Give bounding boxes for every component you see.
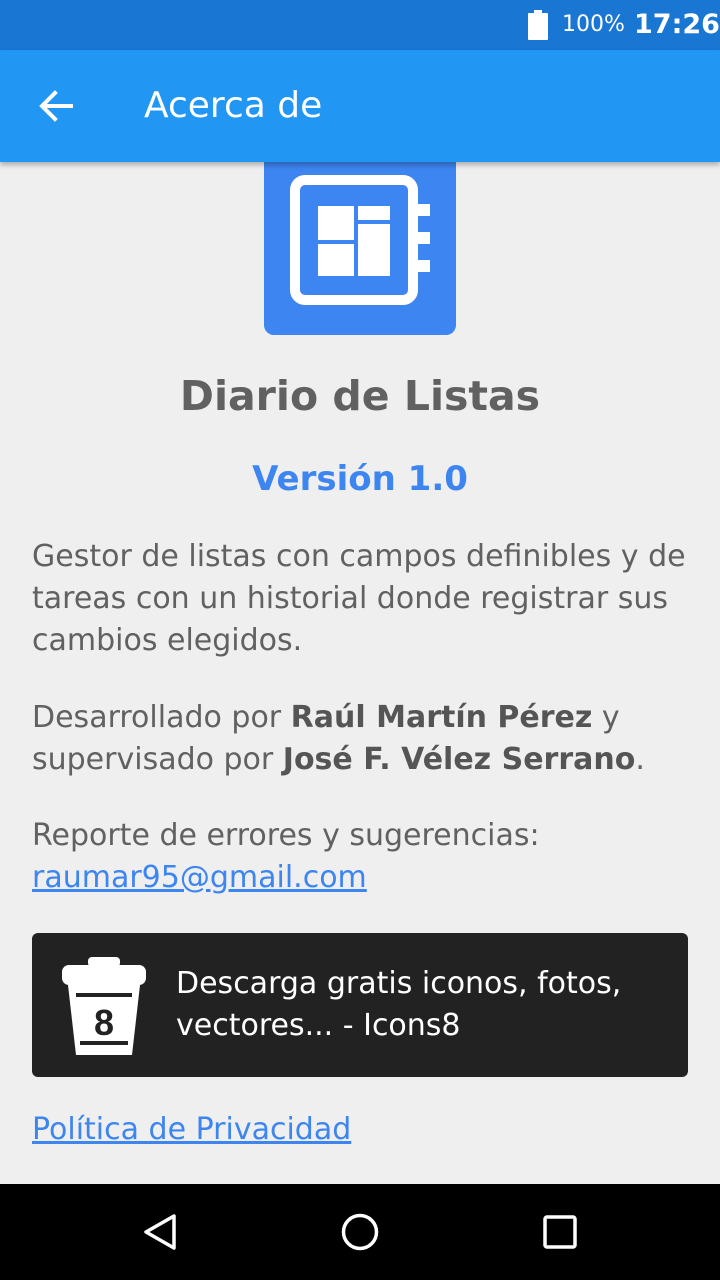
home-circle-icon [341, 1213, 379, 1251]
recents-square-icon [543, 1215, 577, 1249]
report-section: Reporte de errores y sugerencias: raumar… [32, 815, 696, 899]
navigation-bar [0, 1184, 720, 1280]
app-logo [264, 144, 456, 335]
privacy-policy-link[interactable]: Política de Privacidad [32, 1108, 351, 1152]
nav-back-button[interactable] [128, 1200, 192, 1264]
icons8-banner-text: Descarga gratis iconos, fotos, vectores.… [176, 966, 622, 1043]
app-description: Gestor de listas con campos definibles y… [32, 539, 686, 658]
battery-percent: 100% [562, 12, 625, 37]
email-link[interactable]: raumar95@gmail.com [32, 860, 367, 895]
back-button[interactable] [24, 76, 88, 136]
arrow-back-icon [39, 90, 73, 122]
back-triangle-icon [144, 1214, 176, 1250]
app-bar: Acerca de [0, 50, 720, 162]
developer-name: Raúl Martín Pérez [290, 700, 593, 735]
notebook-icon [290, 175, 430, 305]
status-clock: 17:26 [634, 9, 720, 40]
icons8-banner[interactable]: 8 Descarga gratis iconos, fotos, vectore… [32, 933, 688, 1077]
icons8-logo-text: 8 [94, 1002, 114, 1043]
app-name: Diario de Listas [179, 372, 541, 420]
credits-suffix: . [635, 742, 645, 777]
report-label: Reporte de errores y sugerencias: [32, 818, 540, 853]
credits-prefix: Desarrollado por [32, 700, 291, 735]
status-bar: 100% 17:26 [0, 0, 720, 50]
supervisor-name: José F. Vélez Serrano [282, 742, 636, 777]
app-version: Versión 1.0 [252, 459, 468, 499]
credits-text: Desarrollado por Raúl Martín Pérez y sup… [32, 697, 696, 781]
battery-icon [528, 10, 548, 40]
nav-home-button[interactable] [328, 1200, 392, 1264]
icons8-logo-icon: 8 [62, 957, 146, 1055]
nav-recents-button[interactable] [528, 1200, 592, 1264]
page-title: Acerca de [144, 85, 323, 126]
